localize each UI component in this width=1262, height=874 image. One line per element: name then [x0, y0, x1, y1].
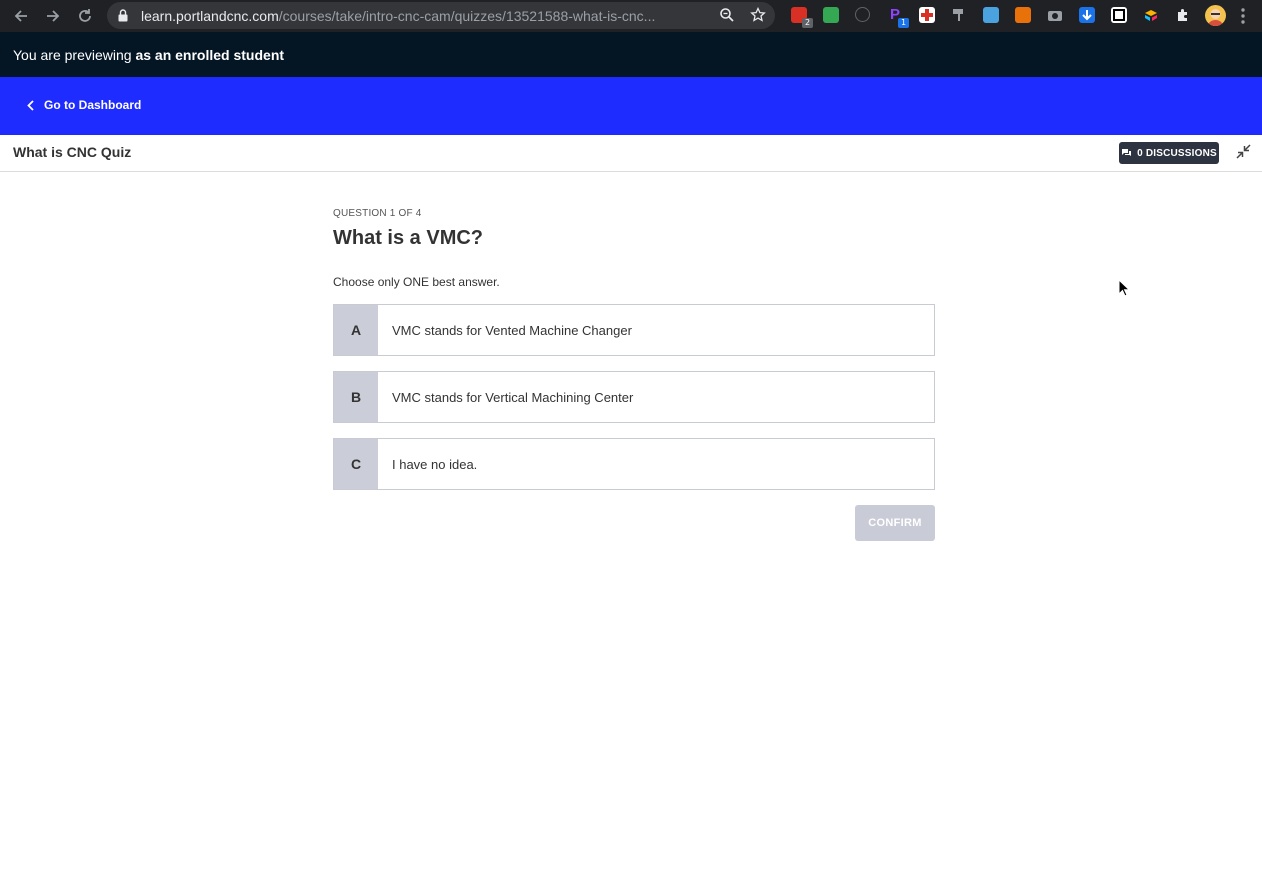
dashboard-link-label: Go to Dashboard [44, 98, 142, 112]
course-header: Go to Dashboard [0, 77, 1262, 135]
go-to-dashboard-link[interactable]: Go to Dashboard [27, 98, 141, 112]
url-host: learn.portlandcnc.com [141, 8, 279, 24]
answer-option-b[interactable]: B VMC stands for Vertical Machining Cent… [333, 371, 935, 423]
url-path: /courses/take/intro-cnc-cam/quizzes/1352… [278, 8, 656, 24]
question-instruction: Choose only ONE best answer. [333, 275, 500, 289]
answer-letter: B [334, 372, 378, 422]
answer-letter: C [334, 439, 378, 489]
back-icon[interactable] [11, 6, 31, 26]
answer-letter: A [334, 305, 378, 355]
extension-badge: 1 [898, 18, 909, 28]
disabled-extension-icon[interactable] [855, 7, 870, 22]
answer-text: I have no idea. [392, 456, 478, 472]
discussions-button[interactable]: 0 DISCUSSIONS [1119, 142, 1219, 164]
mouse-cursor-icon [1118, 278, 1131, 302]
confirm-row: CONFIRM [333, 505, 935, 545]
answer-option-c[interactable]: C I have no idea. [333, 438, 935, 490]
answer-text: VMC stands for Vented Machine Changer [392, 322, 632, 338]
answer-option-a[interactable]: A VMC stands for Vented Machine Changer [333, 304, 935, 356]
chat-bubbles-icon [1122, 149, 1132, 156]
camera-extension-icon[interactable] [1047, 7, 1063, 23]
lock-icon[interactable] [118, 9, 128, 27]
browser-toolbar: learn.portlandcnc.com/courses/take/intro… [0, 0, 1262, 32]
question-title: What is a VMC? [333, 227, 484, 249]
preview-banner: You are previewing as an enrolled studen… [0, 32, 1262, 77]
discussions-label: 0 DISCUSSIONS [1137, 147, 1217, 159]
square-extension-icon[interactable] [1111, 7, 1127, 23]
url-text[interactable]: learn.portlandcnc.com/courses/take/intro… [141, 8, 711, 24]
airtable-extension-icon[interactable] [1143, 7, 1159, 23]
answer-list: A VMC stands for Vented Machine Changer … [333, 304, 935, 490]
reload-icon[interactable] [75, 6, 95, 26]
forward-icon[interactable] [43, 6, 63, 26]
preview-mode: as an enrolled student [135, 47, 285, 63]
profile-avatar[interactable] [1205, 5, 1226, 26]
address-bar[interactable]: learn.portlandcnc.com/courses/take/intro… [107, 2, 775, 29]
zoom-icon[interactable] [719, 7, 735, 28]
evernote-extension-icon[interactable] [823, 7, 839, 23]
download-extension-icon[interactable] [1079, 7, 1095, 23]
chevron-left-icon [27, 99, 34, 111]
lesson-title: What is CNC Quiz [13, 144, 132, 160]
confirm-button[interactable]: CONFIRM [855, 505, 935, 541]
paint-roller-extension-icon[interactable] [951, 7, 967, 23]
extensions-puzzle-icon[interactable] [1175, 7, 1191, 23]
quiz-container: QUESTION 1 OF 4 What is a VMC? Choose on… [333, 208, 935, 545]
browser-menu-icon[interactable] [1240, 7, 1246, 30]
question-counter: QUESTION 1 OF 4 [333, 208, 422, 219]
collapse-icon[interactable] [1236, 144, 1251, 164]
preview-text: You are previewing as an enrolled studen… [13, 47, 284, 63]
answer-text: VMC stands for Vertical Machining Center [392, 389, 634, 405]
extension-badge: 2 [802, 18, 813, 28]
medical-cross-extension-icon[interactable] [919, 7, 935, 23]
bookmark-star-icon[interactable] [750, 6, 766, 28]
preview-prefix: You are previewing [13, 47, 136, 63]
reader-extension-icon[interactable] [983, 7, 999, 23]
lesson-header: What is CNC Quiz 0 DISCUSSIONS [0, 135, 1262, 172]
chart-extension-icon[interactable] [1015, 7, 1031, 23]
